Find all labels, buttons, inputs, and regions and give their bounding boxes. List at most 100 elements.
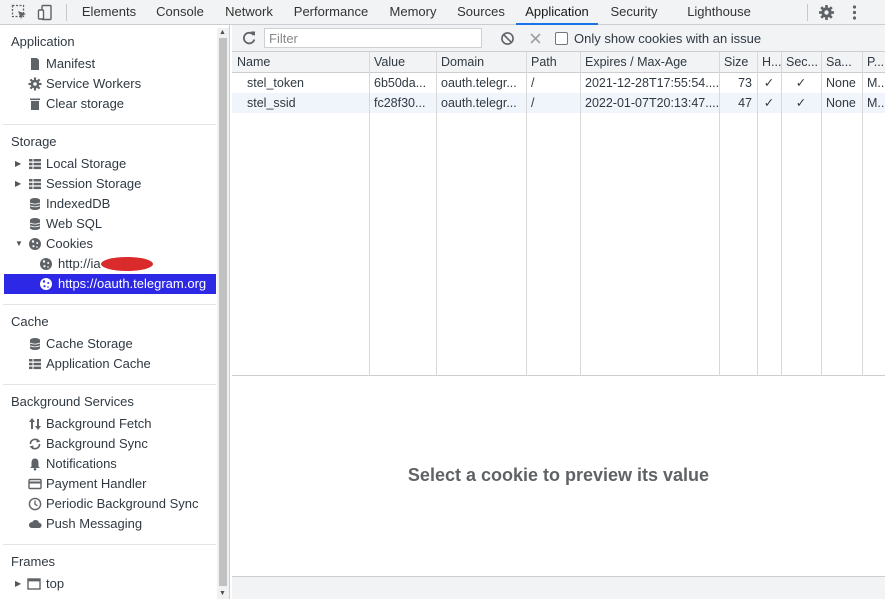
- cell-size: 47: [738, 96, 752, 110]
- cookie-icon: [40, 258, 52, 270]
- column-header-priority[interactable]: P...: [862, 52, 885, 72]
- sidebar-item-label: Cache Storage: [46, 336, 133, 351]
- column-divider[interactable]: [580, 52, 581, 376]
- sidebar-item-label: Manifest: [46, 56, 96, 71]
- device-toolbar-icon[interactable]: [37, 4, 54, 21]
- cell-name: stel_token: [247, 76, 304, 90]
- tab-network[interactable]: Network: [216, 0, 282, 24]
- cookie-origin-item[interactable]: http://ia: [0, 254, 216, 274]
- cell-name: stel_ssid: [247, 96, 296, 110]
- inspect-element-icon[interactable]: [11, 4, 28, 21]
- table-row[interactable]: stel_token 6b50da... oauth.telegr... / 2…: [232, 73, 885, 93]
- sidebar-item-push-messaging[interactable]: Push Messaging: [0, 514, 216, 534]
- collapse-arrow-icon[interactable]: ▼: [15, 234, 23, 254]
- cell-path: /: [531, 96, 535, 110]
- cookie-origin-item-selected[interactable]: https://oauth.telegram.org: [4, 274, 216, 294]
- expand-arrow-icon[interactable]: ▶: [15, 174, 23, 194]
- clear-all-icon[interactable]: [500, 31, 515, 46]
- tab-console[interactable]: Console: [148, 0, 212, 24]
- expand-arrow-icon[interactable]: ▶: [15, 574, 23, 594]
- sidebar-item-web-sql[interactable]: Web SQL: [0, 214, 216, 234]
- scroll-down-arrow-icon[interactable]: ▼: [219, 590, 227, 598]
- frame-icon: [27, 578, 41, 590]
- sidebar-item-clear-storage[interactable]: Clear storage: [0, 94, 216, 114]
- cell-domain: oauth.telegr...: [441, 96, 517, 110]
- tab-security[interactable]: Security: [602, 0, 666, 24]
- column-divider[interactable]: [821, 52, 822, 376]
- settings-gear-icon[interactable]: [818, 4, 835, 21]
- sidebar-item-label: Service Workers: [46, 76, 142, 91]
- expand-arrow-icon[interactable]: ▶: [15, 154, 23, 174]
- cookie-filter-input[interactable]: [264, 28, 482, 48]
- table-header: Name Value Domain Path Expires / Max-Age…: [232, 52, 885, 73]
- column-divider[interactable]: [719, 52, 720, 376]
- cell-domain: oauth.telegr...: [441, 76, 517, 90]
- section-title-storage: Storage: [11, 134, 57, 149]
- cloud-icon: [28, 520, 42, 528]
- sidebar-item-label: top: [46, 576, 65, 591]
- more-vertical-icon[interactable]: [846, 4, 863, 21]
- column-divider[interactable]: [862, 52, 863, 376]
- sidebar-item-label: Local Storage: [46, 156, 127, 171]
- section-divider: [3, 304, 216, 305]
- sidebar-item-service-workers[interactable]: Service Workers: [0, 74, 216, 94]
- sidebar-item-indexeddb[interactable]: IndexedDB: [0, 194, 216, 214]
- column-divider[interactable]: [757, 52, 758, 376]
- sidebar-item-background-fetch[interactable]: Background Fetch: [0, 414, 216, 434]
- column-header-expires[interactable]: Expires / Max-Age: [580, 52, 719, 72]
- sidebar-item-payment-handler[interactable]: Payment Handler: [0, 474, 216, 494]
- column-divider[interactable]: [369, 52, 370, 376]
- cookie-preview-pane: Select a cookie to preview its value: [232, 377, 885, 576]
- sidebar-item-notifications[interactable]: Notifications: [0, 454, 216, 474]
- sidebar-item-periodic-background-sync[interactable]: Periodic Background Sync: [0, 494, 216, 514]
- cell-httponly: ✓: [763, 96, 775, 110]
- tab-memory[interactable]: Memory: [380, 0, 446, 24]
- sidebar-item-session-storage[interactable]: ▶ Session Storage: [0, 174, 216, 194]
- column-divider[interactable]: [436, 52, 437, 376]
- gear-icon: [28, 77, 42, 91]
- sidebar-item-manifest[interactable]: Manifest: [0, 54, 216, 74]
- refresh-icon[interactable]: [241, 30, 257, 46]
- column-header-domain[interactable]: Domain: [436, 52, 526, 72]
- table-row[interactable]: stel_ssid fc28f30... oauth.telegr... / 2…: [232, 93, 885, 113]
- cookie-origin-label: http://ia: [58, 256, 101, 271]
- redaction-scribble: [101, 257, 153, 271]
- sidebar-item-cache-storage[interactable]: Cache Storage: [0, 334, 216, 354]
- only-issues-checkbox[interactable]: [555, 32, 568, 45]
- scrollbar-thumb[interactable]: [219, 38, 227, 586]
- sidebar-item-background-sync[interactable]: Background Sync: [0, 434, 216, 454]
- cell-expires: 2021-12-28T17:55:54....: [585, 76, 719, 90]
- sidebar-item-label: Clear storage: [46, 96, 125, 111]
- tab-application[interactable]: Application: [516, 0, 598, 25]
- tab-sources[interactable]: Sources: [450, 0, 512, 24]
- scroll-up-arrow-icon[interactable]: ▲: [219, 29, 227, 37]
- sidebar-item-application-cache[interactable]: Application Cache: [0, 354, 216, 374]
- sidebar-scrollbar[interactable]: ▲ ▼: [217, 28, 229, 599]
- sidebar-item-cookies[interactable]: ▼ Cookies: [0, 234, 216, 254]
- sidebar-item-label: Application Cache: [46, 356, 151, 371]
- column-divider[interactable]: [526, 52, 527, 376]
- column-header-path[interactable]: Path: [526, 52, 580, 72]
- column-header-name[interactable]: Name: [232, 52, 369, 72]
- column-header-secure[interactable]: Sec...: [781, 52, 821, 72]
- grid-icon: [29, 359, 41, 370]
- column-header-value[interactable]: Value: [369, 52, 436, 72]
- only-issues-label: Only show cookies with an issue: [574, 31, 762, 46]
- column-header-samesite[interactable]: Sa...: [821, 52, 862, 72]
- sidebar-item-local-storage[interactable]: ▶ Local Storage: [0, 154, 216, 174]
- cell-secure: ✓: [795, 76, 807, 90]
- column-divider[interactable]: [781, 52, 782, 376]
- tab-lighthouse[interactable]: Lighthouse: [680, 0, 758, 24]
- tab-elements[interactable]: Elements: [74, 0, 144, 24]
- sidebar-item-label: Notifications: [46, 456, 117, 471]
- sidebar-item-frame-top[interactable]: ▶ top: [0, 574, 216, 594]
- section-divider: [3, 124, 216, 125]
- cell-expires: 2022-01-07T20:13:47....: [585, 96, 719, 110]
- section-divider: [3, 544, 216, 545]
- delete-selected-icon[interactable]: [529, 32, 542, 45]
- tab-performance[interactable]: Performance: [286, 0, 376, 24]
- column-header-httponly[interactable]: H...: [757, 52, 781, 72]
- up-down-arrows-icon: [29, 418, 41, 430]
- trash-icon: [30, 98, 40, 110]
- column-header-size[interactable]: Size: [719, 52, 757, 72]
